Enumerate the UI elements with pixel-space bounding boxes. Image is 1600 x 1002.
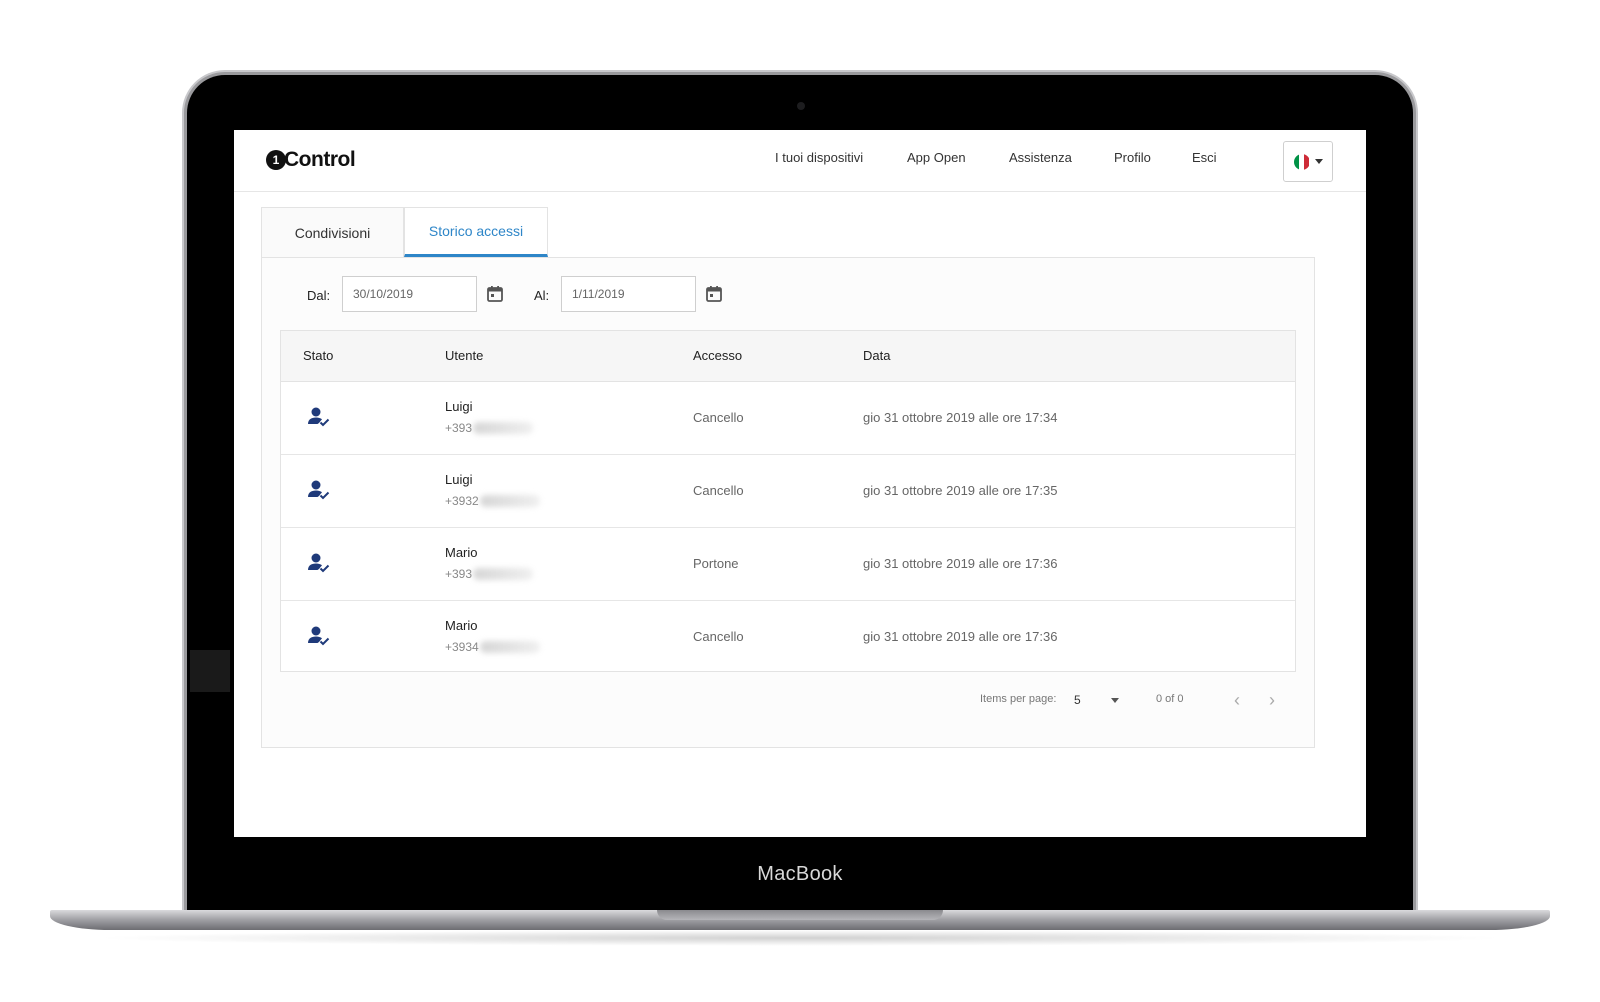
base-shadow	[90, 930, 1510, 946]
access-point: Cancello	[693, 483, 744, 498]
items-per-page-label: Items per page:	[980, 693, 1057, 705]
to-date-field[interactable]: 1/11/2019	[561, 276, 696, 312]
phone-prefix: +393	[445, 567, 473, 581]
app-logo[interactable]: 1 Control	[266, 148, 356, 172]
user-phone: +3934	[445, 640, 540, 654]
phone-redacted	[479, 641, 540, 653]
logo-badge: 1	[266, 150, 286, 170]
nav-support[interactable]: Assistenza	[1009, 150, 1072, 165]
phone-redacted	[473, 568, 534, 580]
phone-prefix: +3934	[445, 640, 479, 654]
access-date: gio 31 ottobre 2019 alle ore 17:36	[863, 629, 1058, 644]
user-name: Mario	[445, 545, 478, 560]
header-stato: Stato	[303, 348, 334, 363]
nav-app-open[interactable]: App Open	[907, 150, 966, 165]
user-check-icon	[308, 407, 330, 427]
chevron-down-icon	[1314, 159, 1323, 164]
logo-text: Control	[284, 148, 356, 171]
device-brand-label: MacBook	[757, 863, 843, 885]
header-accesso: Accesso	[693, 348, 743, 363]
table-header: Stato Utente Accesso Data	[281, 331, 1295, 382]
side-notch	[190, 650, 230, 692]
to-label: Al:	[534, 288, 550, 303]
access-point: Cancello	[693, 629, 744, 644]
user-check-icon	[308, 480, 330, 500]
header-utente: Utente	[445, 348, 484, 363]
user-name: Mario	[445, 618, 478, 633]
from-label: Dal:	[307, 288, 331, 303]
access-date: gio 31 ottobre 2019 alle ore 17:35	[863, 483, 1058, 498]
user-name: Luigi	[445, 472, 473, 487]
app-screen: 1 Control I tuoi dispositivi App Open As…	[234, 130, 1366, 837]
top-navbar: 1 Control I tuoi dispositivi App Open As…	[234, 130, 1366, 192]
access-history-panel: Dal: 30/10/2019 Al: 1/11/2019 Stato Uten…	[261, 257, 1315, 748]
access-date: gio 31 ottobre 2019 alle ore 17:36	[863, 556, 1058, 571]
access-point: Cancello	[693, 410, 744, 425]
items-per-page-select[interactable]: 5	[1074, 693, 1081, 707]
user-phone: +393	[445, 567, 534, 581]
chevron-right-icon[interactable]: ›	[1262, 690, 1282, 710]
camera	[797, 102, 805, 110]
tab-storico-accessi[interactable]: Storico accessi	[404, 207, 548, 257]
table-row[interactable]: Mario +3934 Cancello gio 31 ottobre 2019…	[281, 601, 1295, 674]
language-selector[interactable]	[1283, 141, 1333, 182]
tab-condivisioni[interactable]: Condivisioni	[261, 207, 404, 257]
chevron-left-icon[interactable]: ‹	[1227, 690, 1247, 710]
from-date-field[interactable]: 30/10/2019	[342, 276, 477, 312]
user-name: Luigi	[445, 399, 473, 414]
chevron-down-icon[interactable]	[1111, 698, 1119, 703]
user-phone: +3932	[445, 494, 540, 508]
access-point: Portone	[693, 556, 739, 571]
nav-logout[interactable]: Esci	[1192, 150, 1217, 165]
nav-devices[interactable]: I tuoi dispositivi	[775, 150, 863, 165]
base-notch	[657, 910, 943, 920]
access-table: Stato Utente Accesso Data Luigi +393 Can…	[280, 330, 1296, 672]
italy-flag-icon	[1293, 153, 1310, 170]
phone-redacted	[473, 422, 534, 434]
access-date: gio 31 ottobre 2019 alle ore 17:34	[863, 410, 1058, 425]
table-row[interactable]: Mario +393 Portone gio 31 ottobre 2019 a…	[281, 528, 1295, 601]
nav-profile[interactable]: Profilo	[1114, 150, 1151, 165]
laptop-base	[50, 910, 1550, 930]
calendar-icon[interactable]	[705, 285, 723, 303]
phone-prefix: +393	[445, 421, 473, 435]
header-data: Data	[863, 348, 891, 363]
page-range: 0 of 0	[1156, 693, 1184, 705]
calendar-icon[interactable]	[486, 285, 504, 303]
table-row[interactable]: Luigi +393 Cancello gio 31 ottobre 2019 …	[281, 382, 1295, 455]
user-phone: +393	[445, 421, 534, 435]
phone-prefix: +3932	[445, 494, 479, 508]
phone-redacted	[479, 495, 540, 507]
user-check-icon	[308, 553, 330, 573]
table-row[interactable]: Luigi +3932 Cancello gio 31 ottobre 2019…	[281, 455, 1295, 528]
user-check-icon	[308, 626, 330, 646]
